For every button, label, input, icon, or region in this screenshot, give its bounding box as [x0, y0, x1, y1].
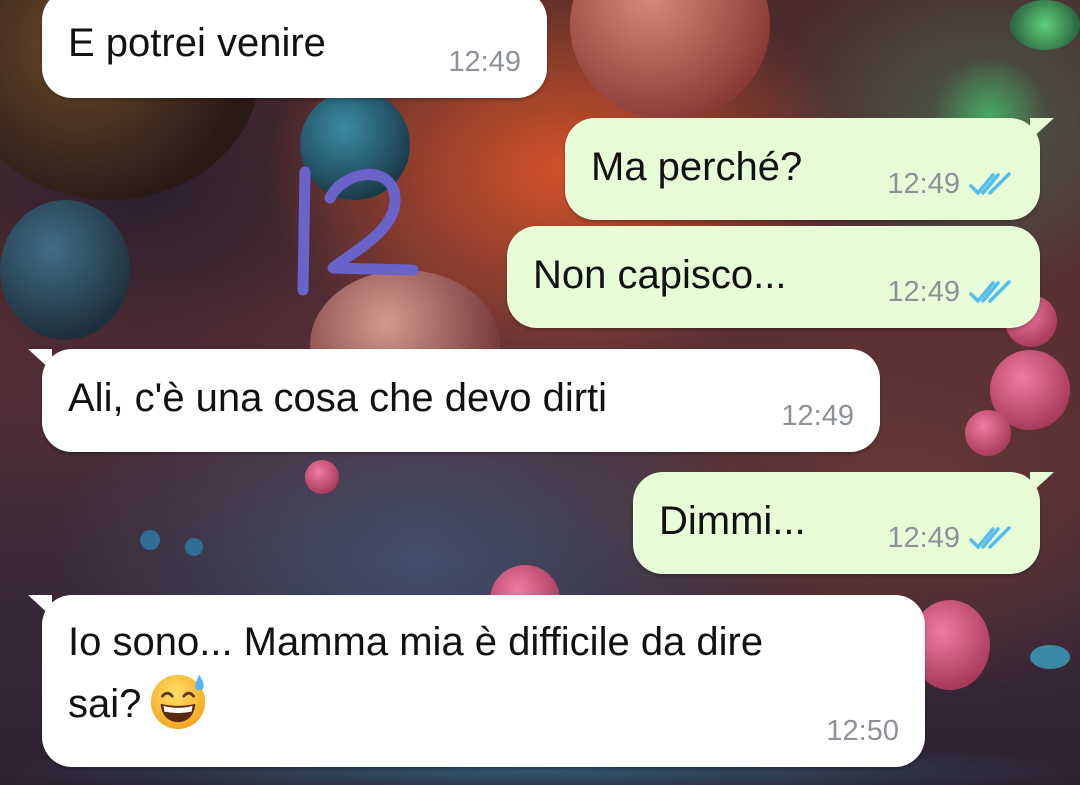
message-meta: 12:50	[826, 715, 899, 747]
message-time: 12:49	[781, 400, 854, 432]
message-time: 12:49	[448, 46, 521, 78]
message-time: 12:49	[887, 522, 960, 554]
message-time: 12:50	[826, 715, 899, 747]
double-check-icon	[969, 280, 1011, 303]
message-bubble-incoming[interactable]: E potrei venire 12:49	[42, 0, 547, 98]
message-bubble-incoming[interactable]: Io sono... Mamma mia è difficile da dire…	[28, 595, 925, 767]
bubble-tail	[1030, 118, 1054, 140]
double-check-icon	[969, 172, 1011, 195]
wallpaper-blob	[570, 0, 770, 120]
wallpaper-blob	[0, 200, 130, 340]
message-meta: 12:49	[887, 276, 1014, 308]
message-meta: 12:49	[448, 46, 521, 78]
bubble-tail	[1030, 472, 1054, 494]
double-check-icon	[969, 526, 1011, 549]
wallpaper-blob	[140, 530, 160, 550]
bubble-tail	[28, 349, 52, 371]
message-text: E potrei venire	[68, 21, 326, 65]
message-time: 12:49	[887, 276, 960, 308]
bubble-tail	[28, 595, 52, 617]
message-time: 12:49	[887, 168, 960, 200]
message-bubble-incoming[interactable]: Ali, c'è una cosa che devo dirti 12:49	[28, 349, 880, 452]
wallpaper-blob	[185, 538, 203, 556]
message-meta: 12:49	[887, 168, 1014, 200]
message-bubble-outgoing[interactable]: Ma perché? 12:49	[565, 118, 1054, 220]
message-text: Ma perché?	[591, 145, 803, 189]
message-text-block: Io sono... Mamma mia è difficile da dire…	[68, 615, 763, 731]
message-meta: 12:49	[781, 400, 854, 432]
message-text: Dimmi...	[659, 499, 806, 543]
wallpaper-blob	[1030, 645, 1070, 669]
handwritten-annotation	[297, 166, 419, 296]
message-text: Ali, c'è una cosa che devo dirti	[68, 376, 608, 420]
wallpaper-blob	[305, 460, 339, 494]
message-meta: 12:49	[887, 522, 1014, 554]
grinning-face-with-sweat-icon	[151, 674, 206, 730]
wallpaper-blob	[1010, 0, 1080, 50]
message-text: Non capisco...	[533, 253, 787, 297]
message-bubble-outgoing[interactable]: Non capisco... 12:49	[507, 226, 1040, 328]
message-bubble-outgoing[interactable]: Dimmi... 12:49	[633, 472, 1054, 574]
wallpaper-blob	[965, 410, 1011, 456]
